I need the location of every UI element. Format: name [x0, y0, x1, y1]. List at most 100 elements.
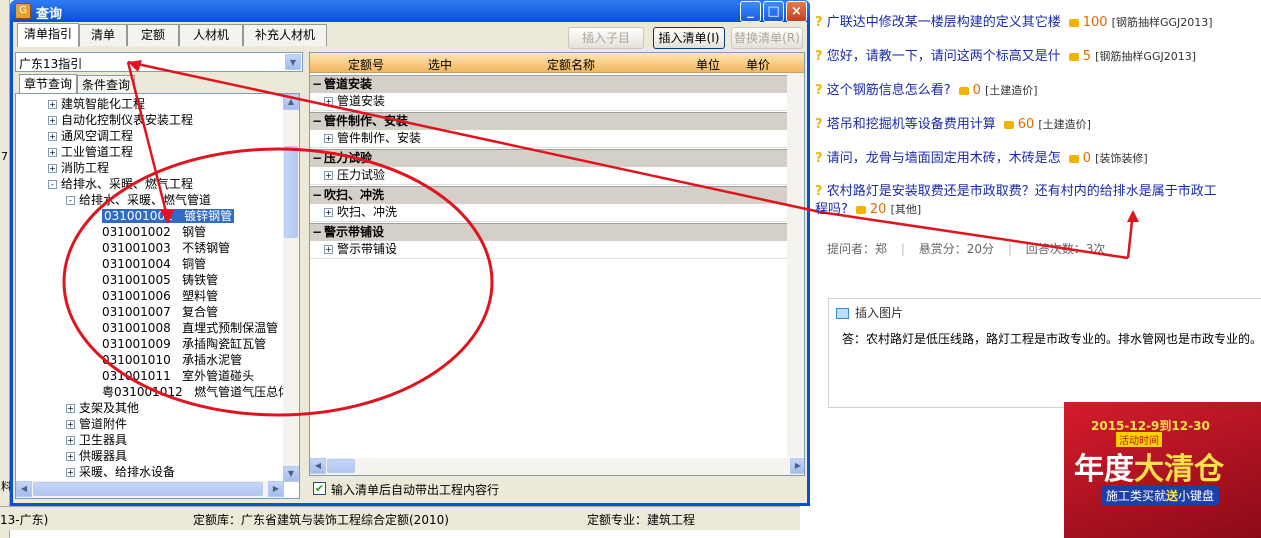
tree-vertical-scrollbar[interactable]: ▲ ▼ — [283, 94, 299, 482]
collapse-icon[interactable]: - — [66, 196, 75, 205]
grid-vertical-scrollbar[interactable] — [787, 73, 804, 457]
expand-icon[interactable]: + — [66, 420, 75, 429]
question-tag[interactable]: [钢筋抽样GGJ2013] — [1112, 16, 1213, 29]
expand-icon[interactable]: + — [324, 134, 333, 143]
col-price[interactable]: 单价 — [746, 56, 770, 73]
grid-section[interactable]: − 吹扫、冲洗 — [310, 186, 788, 204]
tree-item[interactable]: + 通风空调工程 — [48, 128, 133, 144]
tab-material[interactable]: 人材机 — [179, 24, 243, 46]
grid-section[interactable]: − 管道安装 — [310, 75, 788, 93]
question-item[interactable]: ? 请问，龙骨与墙面固定用木砖，木砖是怎 0 [装饰装修] — [815, 149, 1148, 169]
question-link[interactable]: 农村路灯是安装取费还是市政取费？还有村内的给排水是属于市政工 — [827, 184, 1217, 199]
promo-banner[interactable]: 2015-12-9到12-30 活动时间 年度大清仓 施工类买就送小键盘 — [1064, 402, 1261, 538]
expand-icon[interactable]: + — [66, 452, 75, 461]
tab-extra-material[interactable]: 补充人材机 — [243, 24, 327, 46]
grid-section[interactable]: − 警示带铺设 — [310, 223, 788, 241]
expand-icon[interactable]: + — [324, 97, 333, 106]
scroll-left-icon[interactable]: ◀ — [16, 481, 32, 497]
question-link[interactable]: 请问，龙骨与墙面固定用木砖，木砖是怎 — [827, 151, 1061, 166]
question-link[interactable]: 塔吊和挖掘机等设备费用计算 — [827, 117, 996, 132]
grid-item[interactable]: + 压力试验 — [310, 167, 788, 185]
tree-horizontal-scrollbar[interactable]: ◀ ▶ — [16, 481, 284, 498]
tree-item[interactable]: 031001010 承插水泥管 — [102, 352, 242, 368]
scroll-right-icon[interactable]: ▶ — [268, 481, 284, 497]
tree-item[interactable]: + 消防工程 — [48, 160, 109, 176]
tab-list-guide[interactable]: 清单指引 — [17, 23, 79, 47]
insert-child-button[interactable]: 插入子目 — [568, 27, 644, 49]
expand-icon[interactable]: + — [66, 404, 75, 413]
tree-item[interactable]: 031001003 不锈钢管 — [102, 240, 230, 256]
guide-select[interactable]: 广东13指引 ▼ — [15, 52, 303, 72]
scroll-up-icon[interactable]: ▲ — [283, 94, 299, 110]
question-link[interactable]: 这个钢筋信息怎么看? — [827, 83, 951, 98]
tree-item[interactable]: 031001001 镀锌钢管 — [102, 208, 235, 224]
expand-icon[interactable]: + — [66, 436, 75, 445]
question-item[interactable]: ? 农村路灯是安装取费还是市政取费？还有村内的给排水是属于市政工 程吗? 20 [其… — [815, 183, 1260, 219]
question-link-cont[interactable]: 程吗? — [815, 202, 848, 217]
collapse-icon[interactable]: − — [310, 113, 324, 130]
replace-list-button[interactable]: 替换清单(R) — [731, 27, 803, 49]
tab-chapter-query[interactable]: 章节查询 — [19, 74, 78, 94]
col-quota-name[interactable]: 定额名称 — [547, 56, 595, 73]
question-tag[interactable]: [装饰装修] — [1095, 152, 1148, 165]
question-tag[interactable]: [钢筋抽样GGJ2013] — [1095, 50, 1196, 63]
tree-item[interactable]: - 给排水、采暖、燃气管道 — [66, 192, 211, 208]
question-item[interactable]: ? 塔吊和挖掘机等设备费用计算 60 [土建造价] — [815, 115, 1091, 135]
tree-item[interactable]: + 供暖器具 — [66, 448, 127, 464]
tab-condition-query[interactable]: 条件查询 — [77, 75, 136, 94]
tree-item[interactable]: 031001005 铸铁管 — [102, 272, 218, 288]
scroll-thumb[interactable] — [284, 146, 298, 238]
expand-icon[interactable]: + — [48, 164, 57, 173]
tree-item[interactable]: + 管道附件 — [66, 416, 127, 432]
tree-item[interactable]: 031001006 塑料管 — [102, 288, 218, 304]
tree-item[interactable]: + 支架及其他 — [66, 400, 139, 416]
question-tag[interactable]: [土建造价] — [985, 84, 1038, 97]
collapse-icon[interactable]: - — [48, 180, 57, 189]
tree-item[interactable]: + 采暖、给排水设备 — [66, 464, 175, 480]
tree-item[interactable]: 031001004 铜管 — [102, 256, 206, 272]
hscroll-thumb[interactable] — [33, 482, 263, 496]
tree-item[interactable]: 031001011 室外管道碰头 — [102, 368, 254, 384]
maximize-button[interactable]: □ — [763, 1, 784, 22]
tree-item[interactable]: + 建筑智能化工程 — [48, 96, 145, 112]
question-item[interactable]: ? 这个钢筋信息怎么看? 0 [土建造价] — [815, 81, 1038, 101]
col-unit[interactable]: 单位 — [696, 56, 720, 73]
question-tag[interactable]: [其他] — [891, 203, 922, 216]
scroll-right-icon[interactable]: ▶ — [790, 458, 804, 474]
tree-item[interactable]: + 自动化控制仪表安装工程 — [48, 112, 193, 128]
question-tag[interactable]: [土建造价] — [1038, 118, 1091, 131]
collapse-icon[interactable]: − — [310, 150, 324, 167]
tree-item[interactable]: 031001009 承插陶瓷缸瓦管 — [102, 336, 266, 352]
grid-item[interactable]: + 警示带铺设 — [310, 241, 788, 259]
col-quota-no[interactable]: 定额号 — [348, 56, 384, 73]
grid-section[interactable]: − 压力试验 — [310, 149, 788, 167]
hscroll-thumb[interactable] — [327, 459, 355, 473]
title-bar[interactable]: G 查询 _ □ × — [10, 0, 810, 22]
expand-icon[interactable]: + — [48, 132, 57, 141]
tree-item[interactable]: 031001008 直埋式预制保温管 — [102, 320, 278, 336]
expand-icon[interactable]: + — [48, 100, 57, 109]
collapse-icon[interactable]: − — [310, 187, 324, 204]
question-link[interactable]: 您好，请教一下，请问这两个标高又是什 — [827, 49, 1061, 64]
collapse-icon[interactable]: − — [310, 224, 324, 241]
grid-horizontal-scrollbar[interactable]: ◀ ▶ — [310, 458, 804, 475]
expand-icon[interactable]: + — [324, 171, 333, 180]
tree-item[interactable]: 粤031001012 燃气管道气压总体试 — [102, 384, 299, 400]
chevron-down-icon[interactable]: ▼ — [285, 54, 301, 70]
auto-bring-checkbox[interactable]: ✔ — [313, 482, 326, 495]
insert-image-button[interactable]: 插入图片 — [836, 304, 903, 321]
grid-item[interactable]: + 吹扫、冲洗 — [310, 204, 788, 222]
question-item[interactable]: ? 广联达中修改某一楼层构建的定义其它楼 100 [钢筋抽样GGJ2013] — [815, 13, 1213, 33]
tree-item[interactable]: 031001002 钢管 — [102, 224, 206, 240]
minimize-button[interactable]: _ — [740, 1, 761, 22]
tab-quota[interactable]: 定额 — [127, 24, 179, 46]
expand-icon[interactable]: + — [324, 245, 333, 254]
question-item[interactable]: ? 您好，请教一下，请问这两个标高又是什 5 [钢筋抽样GGJ2013] — [815, 47, 1196, 67]
insert-list-button[interactable]: 插入清单(I) — [653, 27, 725, 49]
tree-item[interactable]: + 工业管道工程 — [48, 144, 133, 160]
expand-icon[interactable]: + — [48, 116, 57, 125]
tree-item[interactable]: - 给排水、采暖、燃气工程 — [48, 176, 193, 192]
collapse-icon[interactable]: − — [310, 76, 324, 93]
expand-icon[interactable]: + — [48, 148, 57, 157]
tab-list[interactable]: 清单 — [79, 24, 127, 46]
